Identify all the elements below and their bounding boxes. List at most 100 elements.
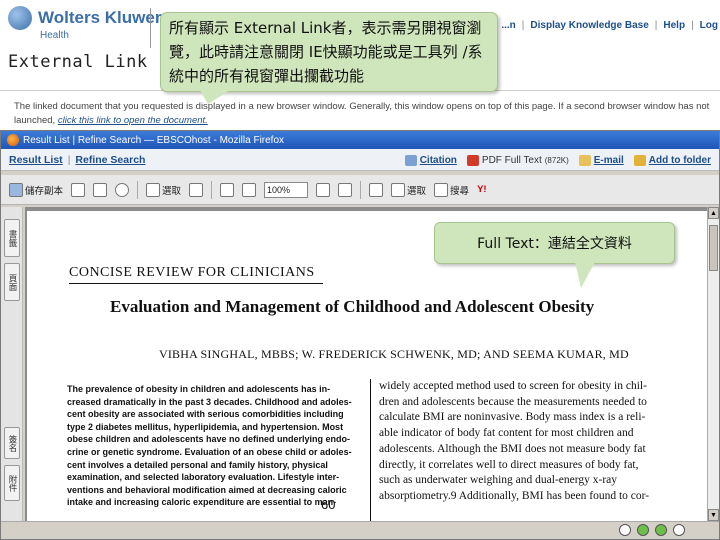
first-page-icon[interactable] — [619, 524, 631, 536]
top-link-separator: | — [521, 20, 525, 31]
select-tool-label: 選取 — [407, 185, 427, 197]
body-line: able indicator of body fat content for m… — [379, 427, 634, 440]
abstract-line: ventions and behavioral modification aim… — [67, 484, 347, 495]
logo[interactable]: Wolters Kluwer — [8, 6, 161, 30]
fulltext-callout: Full Text：連結全文資料 — [434, 222, 675, 264]
logo-mark-icon — [8, 6, 32, 30]
fit-width-icon[interactable] — [338, 182, 353, 197]
popup-callout-pointer — [200, 90, 230, 104]
add-to-folder-button[interactable]: Add to folder — [633, 154, 711, 166]
abstract-line: cent obesity are associated with serious… — [67, 409, 344, 420]
save-icon — [9, 182, 23, 197]
top-link-separator: | — [654, 20, 658, 31]
search-icon — [434, 182, 449, 197]
body-line: dren and adolescents because the measure… — [379, 395, 647, 408]
email-doc-icon[interactable] — [93, 182, 108, 197]
toolbar-separator — [360, 180, 362, 199]
nav-separator: | — [67, 153, 71, 166]
pdf-size: (872K) — [544, 155, 569, 165]
view-mode-icon[interactable] — [673, 524, 685, 536]
ebsco-navbar: Result List | Refine Search Citation PDF… — [1, 149, 719, 171]
result-list-link[interactable]: Result List — [9, 154, 63, 166]
search-button[interactable]: 搜尋 — [434, 182, 470, 197]
open-document-link[interactable]: click this link to open the document. — [58, 115, 208, 126]
zoom-in-icon[interactable] — [242, 182, 257, 197]
select-text-label: 選取 — [162, 185, 182, 197]
binoculars-icon[interactable] — [115, 182, 130, 197]
top-link-partial[interactable]: ...n — [501, 20, 515, 31]
top-link-help[interactable]: Help — [663, 20, 685, 31]
logo-name: Wolters Kluwer — [38, 8, 162, 27]
toolbar-separator — [137, 180, 139, 199]
citation-label: Citation — [419, 154, 457, 166]
top-links: ...n | Display Knowledge Base | Help | L… — [501, 20, 718, 31]
save-copy-label: 儲存副本 — [25, 185, 64, 197]
select-tool-button[interactable]: 選取 — [391, 182, 427, 197]
fulltext-callout-pointer — [575, 262, 595, 288]
refine-search-link[interactable]: Refine Search — [75, 154, 145, 166]
body-text: widely accepted method used to screen fo… — [379, 379, 669, 505]
body-line: adolescents. Although the BMI does not m… — [379, 442, 646, 455]
abstract-line: intake and increasing caloric expenditur… — [67, 497, 337, 508]
body-line: calculate BMI are noninvasive. Body mass… — [379, 411, 646, 424]
pdf-icon — [466, 154, 479, 166]
search-label: 搜尋 — [450, 185, 470, 197]
citation-button[interactable]: Citation — [404, 154, 457, 166]
email-button[interactable]: E-mail — [578, 154, 624, 166]
toolbar-separator — [211, 180, 213, 199]
adobe-logo-icon: Y! — [477, 184, 487, 195]
abstract-line: The prevalence of obesity in children an… — [67, 384, 331, 394]
save-copy-button[interactable]: 儲存副本 — [9, 182, 64, 197]
top-link-separator: | — [691, 20, 694, 31]
abstract-line: type 2 diabetes mellitus, hyperlipidemia… — [67, 421, 344, 432]
top-link-logoff[interactable]: Log — [700, 20, 718, 31]
side-tab-pages[interactable]: 頁面 — [4, 263, 20, 301]
pdf-label: PDF Full Text — [481, 154, 542, 166]
firefox-icon — [7, 134, 19, 146]
rotate-icon[interactable] — [369, 182, 384, 197]
header-divider — [150, 8, 151, 48]
scroll-up-icon[interactable]: ▲ — [708, 207, 719, 219]
popup-blocker-callout: 所有顯示 External Link者，表示需另開視窗瀏覽，此時請注意關閉 IE… — [160, 12, 498, 92]
screen: Wolters Kluwer Health External Link ...n… — [0, 0, 720, 540]
top-link-knowledge-base[interactable]: Display Knowledge Base — [530, 20, 648, 31]
abstract-line: creased dramatically in the past 3 decad… — [67, 396, 352, 407]
abstract-line: cent involves a detailed personal and fa… — [67, 459, 328, 470]
page-number: 60 — [321, 497, 336, 512]
vertical-scrollbar[interactable]: ▲ ▼ — [707, 207, 719, 521]
section-heading: CONCISE REVIEW FOR CLINICIANS — [69, 265, 323, 284]
article-actions: Citation PDF Full Text (872K) E-mail Add… — [404, 149, 711, 171]
window-title: Result List | Refine Search — EBSCOhost … — [23, 134, 285, 146]
firefox-window: Result List | Refine Search — EBSCOhost … — [0, 130, 720, 540]
select-text-button[interactable]: 選取 — [146, 182, 182, 197]
logo-subtitle: Health — [40, 30, 69, 41]
article-authors: VIBHA SINGHAL, MBBS; W. FREDERICK SCHWEN… — [159, 347, 629, 361]
snapshot-icon[interactable] — [189, 182, 204, 197]
cursor-icon — [146, 182, 161, 197]
zoom-out-icon[interactable] — [220, 182, 235, 197]
email-icon — [578, 154, 591, 166]
citation-icon — [404, 154, 417, 166]
scroll-thumb[interactable] — [709, 225, 718, 271]
next-page-icon[interactable] — [637, 524, 649, 536]
body-line: absorptiometry.9 Additionally, BMI has b… — [379, 489, 650, 502]
notice-text: The linked document that you requested i… — [14, 100, 714, 128]
fit-page-icon[interactable] — [316, 182, 331, 197]
hand-icon — [391, 182, 406, 197]
side-tab-bookmarks[interactable]: 書籤 — [4, 219, 20, 257]
abstract-line: obese children and adolescents have no d… — [67, 434, 351, 445]
abstract-line: examination, and selected laboratory eva… — [67, 472, 340, 483]
status-bar — [1, 521, 719, 539]
zoom-level-input[interactable]: 100% — [264, 181, 309, 198]
folder-label: Add to folder — [648, 154, 711, 166]
body-line: directly, it correlates well to direct m… — [379, 458, 639, 471]
last-page-icon[interactable] — [655, 524, 667, 536]
print-icon[interactable] — [71, 182, 86, 197]
scroll-down-icon[interactable]: ▼ — [708, 509, 719, 521]
pdf-fulltext-button[interactable]: PDF Full Text (872K) — [466, 154, 569, 166]
window-titlebar[interactable]: Result List | Refine Search — EBSCOhost … — [1, 131, 719, 149]
side-tab-signatures[interactable]: 簽名 — [4, 427, 20, 459]
folder-icon — [633, 154, 646, 166]
page-title: External Link — [8, 52, 148, 72]
side-tab-attachments[interactable]: 附件 — [4, 465, 20, 501]
